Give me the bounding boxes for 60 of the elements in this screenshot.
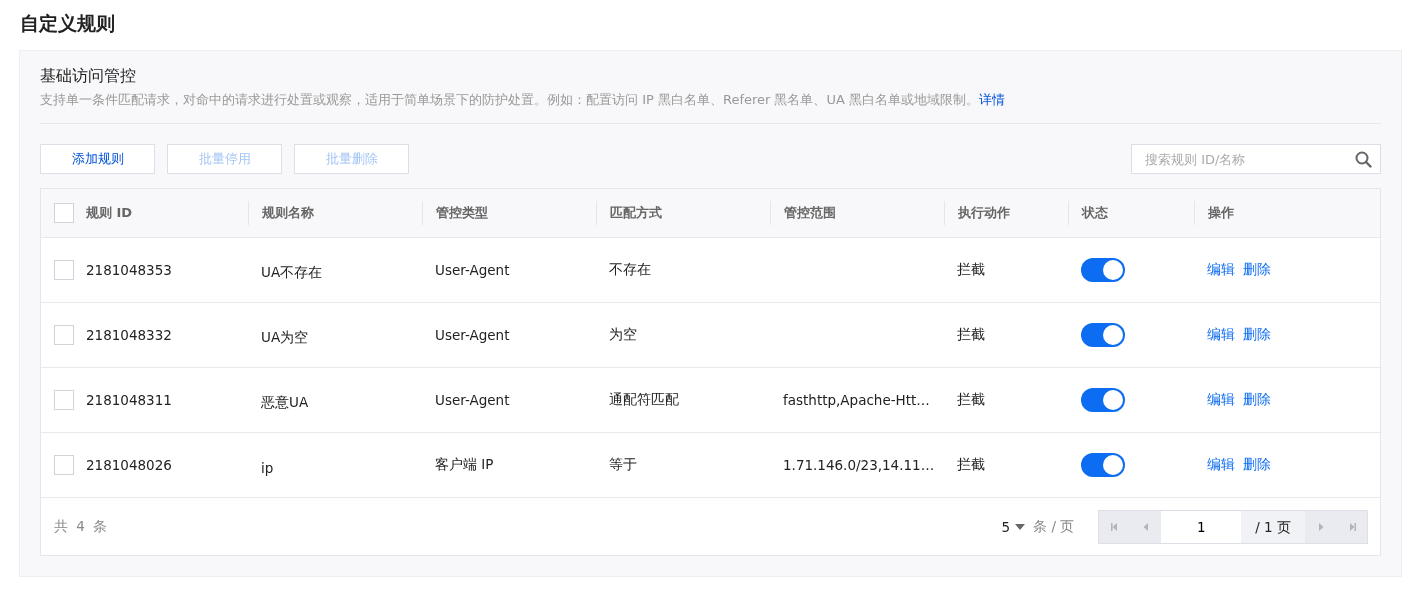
edit-link[interactable]: 编辑 (1207, 391, 1235, 409)
table-cell: 通配符匹配 (609, 391, 679, 409)
column-header: 管控类型 (436, 204, 488, 222)
status-toggle[interactable] (1081, 323, 1125, 347)
table-cell: 1.71.146.0/23,14.11… (783, 457, 935, 473)
add-rule-button[interactable]: 添加规则 (40, 144, 155, 174)
table-cell: 不存在 (609, 261, 651, 279)
status-toggle[interactable] (1081, 453, 1125, 477)
search-icon (1355, 151, 1372, 168)
table-cell: 拦截 (957, 261, 985, 279)
status-toggle[interactable] (1081, 258, 1125, 282)
page-count: / 1 页 (1241, 510, 1305, 543)
pagination-control[interactable]: 1 / 1 页 (1098, 509, 1368, 544)
table-cell: 等于 (609, 456, 637, 474)
column-header: 规则名称 (262, 204, 314, 222)
column-header: 规则 ID (86, 204, 133, 222)
table-cell: 2181048353 (86, 262, 172, 278)
search-field[interactable]: 搜索规则 ID/名称 (1131, 144, 1381, 174)
column-header: 管控范围 (784, 204, 836, 222)
delete-link[interactable]: 删除 (1243, 261, 1271, 279)
details-link[interactable]: 详情 (979, 92, 1006, 107)
column-header: 执行动作 (958, 204, 1010, 222)
column-header: 操作 (1208, 204, 1234, 222)
table-cell: User-Agent (435, 262, 510, 278)
status-toggle[interactable] (1081, 388, 1125, 412)
column-header: 状态 (1082, 204, 1108, 222)
total-count: 共 4 条 (54, 517, 110, 536)
select-all-checkbox[interactable] (54, 203, 74, 223)
table-cell: 2181048026 (86, 457, 172, 473)
table-cell: 恶意UA (261, 394, 309, 412)
table-cell: UA为空 (261, 329, 309, 347)
table-cell: ip (261, 460, 274, 476)
delete-link[interactable]: 删除 (1243, 391, 1271, 409)
row-checkbox[interactable] (54, 325, 74, 345)
table-cell: UA不存在 (261, 264, 323, 282)
table-cell: 2181048311 (86, 392, 172, 408)
column-header: 匹配方式 (610, 204, 662, 222)
table-cell: 拦截 (957, 391, 985, 409)
first-page-icon (1109, 521, 1120, 532)
edit-link[interactable]: 编辑 (1207, 326, 1235, 344)
row-checkbox[interactable] (54, 455, 74, 475)
row-checkbox[interactable] (54, 390, 74, 410)
table-cell: 为空 (609, 326, 637, 344)
edit-link[interactable]: 编辑 (1207, 456, 1235, 474)
table-cell: 拦截 (957, 456, 985, 474)
table-cell: 2181048332 (86, 327, 172, 343)
delete-link[interactable]: 删除 (1243, 326, 1271, 344)
row-checkbox[interactable] (54, 260, 74, 280)
table-cell: fasthttp,Apache-Htt… (783, 392, 930, 408)
table-cell: 拦截 (957, 326, 985, 344)
table-cell: User-Agent (435, 392, 510, 408)
delete-link[interactable]: 删除 (1243, 456, 1271, 474)
caret-icon (1015, 523, 1026, 530)
per-page-label: 条 / 页 (1033, 517, 1075, 536)
edit-link[interactable]: 编辑 (1207, 261, 1235, 279)
page-title: 自定义规则 (20, 11, 116, 36)
section-title: 基础访问管控 (40, 65, 137, 87)
table-cell: User-Agent (435, 327, 510, 343)
page-size-dropdown[interactable]: 5 (1001, 518, 1026, 535)
table-cell: 客户端 IP (435, 456, 494, 474)
